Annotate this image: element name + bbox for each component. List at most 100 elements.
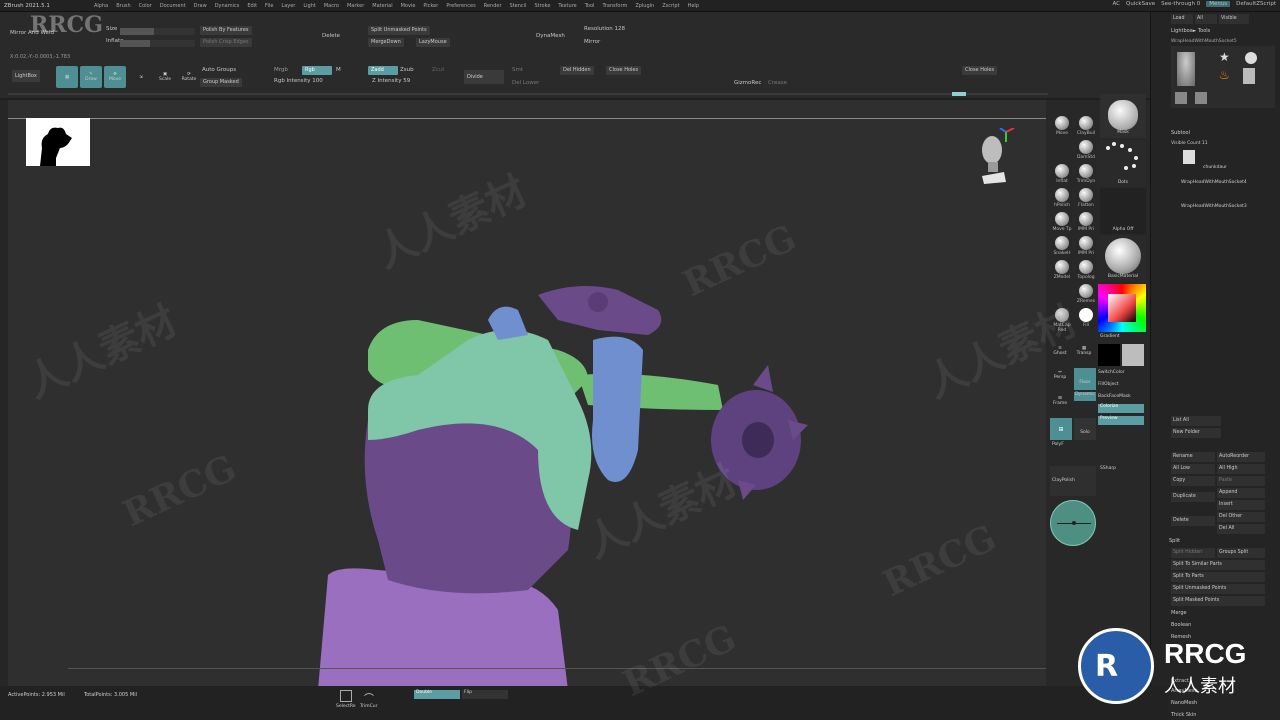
select-rect-icon[interactable] bbox=[340, 690, 352, 702]
gizmo-rec-button[interactable]: GizmoRec bbox=[734, 80, 761, 86]
seethrough-slider[interactable]: See-through 0 bbox=[1161, 1, 1200, 7]
draw-button[interactable]: ✎ Draw bbox=[80, 66, 102, 88]
menu-marker[interactable]: Marker bbox=[343, 3, 368, 9]
zsub-button[interactable]: Zsub bbox=[400, 67, 414, 73]
menu-macro[interactable]: Macro bbox=[320, 3, 343, 9]
brush-fill[interactable]: Fill bbox=[1074, 308, 1098, 328]
delete-button[interactable]: Delete bbox=[322, 33, 340, 39]
lightbox-button[interactable]: LightBox bbox=[12, 70, 40, 82]
paste-button[interactable]: Paste bbox=[1217, 476, 1265, 486]
persp-button[interactable]: ↔ Persp bbox=[1050, 370, 1070, 380]
close-holes-2-button[interactable]: Close Holes bbox=[962, 66, 998, 75]
brush-imm-prim[interactable]: IMM Pri bbox=[1074, 212, 1098, 232]
z-intensity-slider[interactable]: Z Intensity 59 bbox=[372, 78, 410, 84]
boolean-header[interactable]: Boolean bbox=[1171, 620, 1271, 630]
delete-subtool-button[interactable]: Delete bbox=[1171, 516, 1215, 526]
menu-stencil[interactable]: Stencil bbox=[506, 3, 531, 9]
menus-toggle[interactable]: Menus bbox=[1206, 1, 1231, 7]
sphere-thumb[interactable] bbox=[1245, 52, 1257, 64]
auto-groups-button[interactable]: Auto Groups bbox=[202, 67, 236, 73]
ac-label[interactable]: AC bbox=[1113, 1, 1121, 7]
edit-button[interactable]: ▦ bbox=[56, 66, 78, 88]
del-other-button[interactable]: Del Other bbox=[1217, 512, 1265, 522]
current-brush-preview[interactable]: Mask bbox=[1100, 94, 1146, 138]
brush-matcap[interactable]: MatCap Red bbox=[1050, 308, 1074, 333]
scale-button[interactable]: ▣ Scale bbox=[154, 66, 176, 88]
rotate-button[interactable]: ⟳ Rotate bbox=[178, 66, 200, 88]
frame-button[interactable]: ⊞ Frame bbox=[1050, 396, 1070, 406]
zadd-button[interactable]: Zadd bbox=[368, 66, 398, 75]
subtool-list[interactable]: chunkdaur WrapHeadWithMouthSocket4 WrapH… bbox=[1173, 150, 1273, 220]
m-button[interactable]: M bbox=[336, 67, 341, 73]
split-masked-button[interactable]: Split Masked Points bbox=[1171, 596, 1265, 606]
crease-button[interactable]: Crease bbox=[768, 80, 787, 86]
fill-object-button[interactable]: FillObject bbox=[1098, 382, 1119, 387]
brush-snake[interactable]: SnakeH bbox=[1050, 236, 1074, 256]
backface-mask-button[interactable]: BackFaceMask bbox=[1098, 394, 1131, 399]
brush-trimdyn[interactable]: TrimDyn bbox=[1074, 164, 1098, 184]
load-button[interactable]: Load bbox=[1171, 14, 1193, 24]
del-hidden-button[interactable]: Del Hidden bbox=[560, 66, 594, 75]
thickskin-header[interactable]: Thick Skin bbox=[1171, 710, 1271, 720]
all-button[interactable]: All bbox=[1195, 14, 1217, 24]
brush-inflat[interactable]: Inflat bbox=[1050, 164, 1074, 184]
mirror-weld-button[interactable]: Mirror And Weld bbox=[10, 30, 54, 36]
rgb-button[interactable]: Rgb bbox=[302, 66, 332, 75]
insert-button[interactable]: Insert bbox=[1217, 500, 1265, 510]
menu-file[interactable]: File bbox=[261, 3, 277, 9]
3d-model[interactable] bbox=[298, 280, 818, 686]
brush-zmodel[interactable]: ZModel bbox=[1050, 260, 1074, 280]
menu-texture[interactable]: Texture bbox=[554, 3, 580, 9]
subtool-item-1[interactable]: chunkdaur bbox=[1203, 165, 1227, 170]
alpha-thumbnail[interactable] bbox=[26, 118, 90, 166]
menu-dynamics[interactable]: Dynamics bbox=[211, 3, 244, 9]
size-slider-label[interactable]: Size bbox=[106, 26, 117, 32]
duplicate-button[interactable]: Duplicate bbox=[1171, 492, 1215, 502]
colorize-button[interactable]: Colorize bbox=[1098, 404, 1144, 413]
auto-reorder-button[interactable]: AutoReorder bbox=[1217, 452, 1265, 462]
close-holes-button[interactable]: Close Holes bbox=[606, 66, 642, 75]
double-button[interactable]: Double bbox=[414, 690, 460, 699]
tool-thumb-head[interactable] bbox=[1177, 52, 1195, 86]
polish-crisp-button[interactable]: Polish Crisp Edges bbox=[200, 38, 252, 47]
smt-button[interactable]: Smt bbox=[512, 67, 523, 73]
main-color-swatch[interactable] bbox=[1098, 344, 1120, 366]
menu-render[interactable]: Render bbox=[480, 3, 506, 9]
menu-help[interactable]: Help bbox=[684, 3, 703, 9]
copy-button[interactable]: Copy bbox=[1171, 476, 1215, 486]
move-button[interactable]: ✥ Move bbox=[104, 66, 126, 88]
all-low-button[interactable]: All Low bbox=[1171, 464, 1215, 474]
menu-layer[interactable]: Layer bbox=[277, 3, 299, 9]
polish-features-button[interactable]: Polish By Features bbox=[200, 26, 252, 35]
move-tool-button[interactable]: ⇲ bbox=[130, 66, 152, 88]
trim-curve-label[interactable]: TrimCur bbox=[360, 704, 377, 709]
menu-movie[interactable]: Movie bbox=[397, 3, 420, 9]
menu-light[interactable]: Light bbox=[299, 3, 319, 9]
divide-button[interactable]: Divide bbox=[464, 70, 504, 84]
navigation-cube[interactable] bbox=[976, 127, 1015, 184]
mrgb-button[interactable]: Mrgb bbox=[274, 67, 288, 73]
brush-claybuildup[interactable]: ClayBuil bbox=[1074, 116, 1098, 136]
tool-thumb-1[interactable] bbox=[1175, 92, 1187, 104]
split-header[interactable]: Split bbox=[1169, 536, 1269, 546]
nanomesh-header[interactable]: NanoMesh bbox=[1171, 698, 1271, 708]
rgb-intensity-slider[interactable]: Rgb Intensity 100 bbox=[274, 78, 323, 84]
menu-stroke[interactable]: Stroke bbox=[530, 3, 554, 9]
zcut-button[interactable]: Zcut bbox=[432, 67, 444, 73]
new-folder-button[interactable]: New Folder bbox=[1171, 428, 1221, 438]
brush-move-tp[interactable]: Move Tp bbox=[1050, 212, 1074, 232]
flip-button[interactable]: Flip bbox=[462, 690, 508, 699]
visible-button[interactable]: Visible bbox=[1219, 14, 1249, 24]
stroke-preview[interactable]: Dots bbox=[1100, 140, 1146, 186]
split-similar-button[interactable]: Split To Similar Parts bbox=[1171, 560, 1265, 570]
menu-document[interactable]: Document bbox=[156, 3, 190, 9]
alpha-preview[interactable]: Alpha Off bbox=[1100, 188, 1146, 234]
menu-material[interactable]: Material bbox=[368, 3, 396, 9]
split-unmasked-button-2[interactable]: Split Unmasked Points bbox=[1171, 584, 1265, 594]
color-picker[interactable] bbox=[1098, 284, 1146, 332]
rename-button[interactable]: Rename bbox=[1171, 452, 1215, 462]
lazymouse-button[interactable]: LazyMouse bbox=[416, 38, 450, 47]
groups-split-button[interactable]: Groups Split bbox=[1217, 548, 1265, 558]
resolution-slider[interactable]: Resolution 128 bbox=[584, 26, 625, 32]
quicksave-button[interactable]: QuickSave bbox=[1126, 1, 1155, 7]
